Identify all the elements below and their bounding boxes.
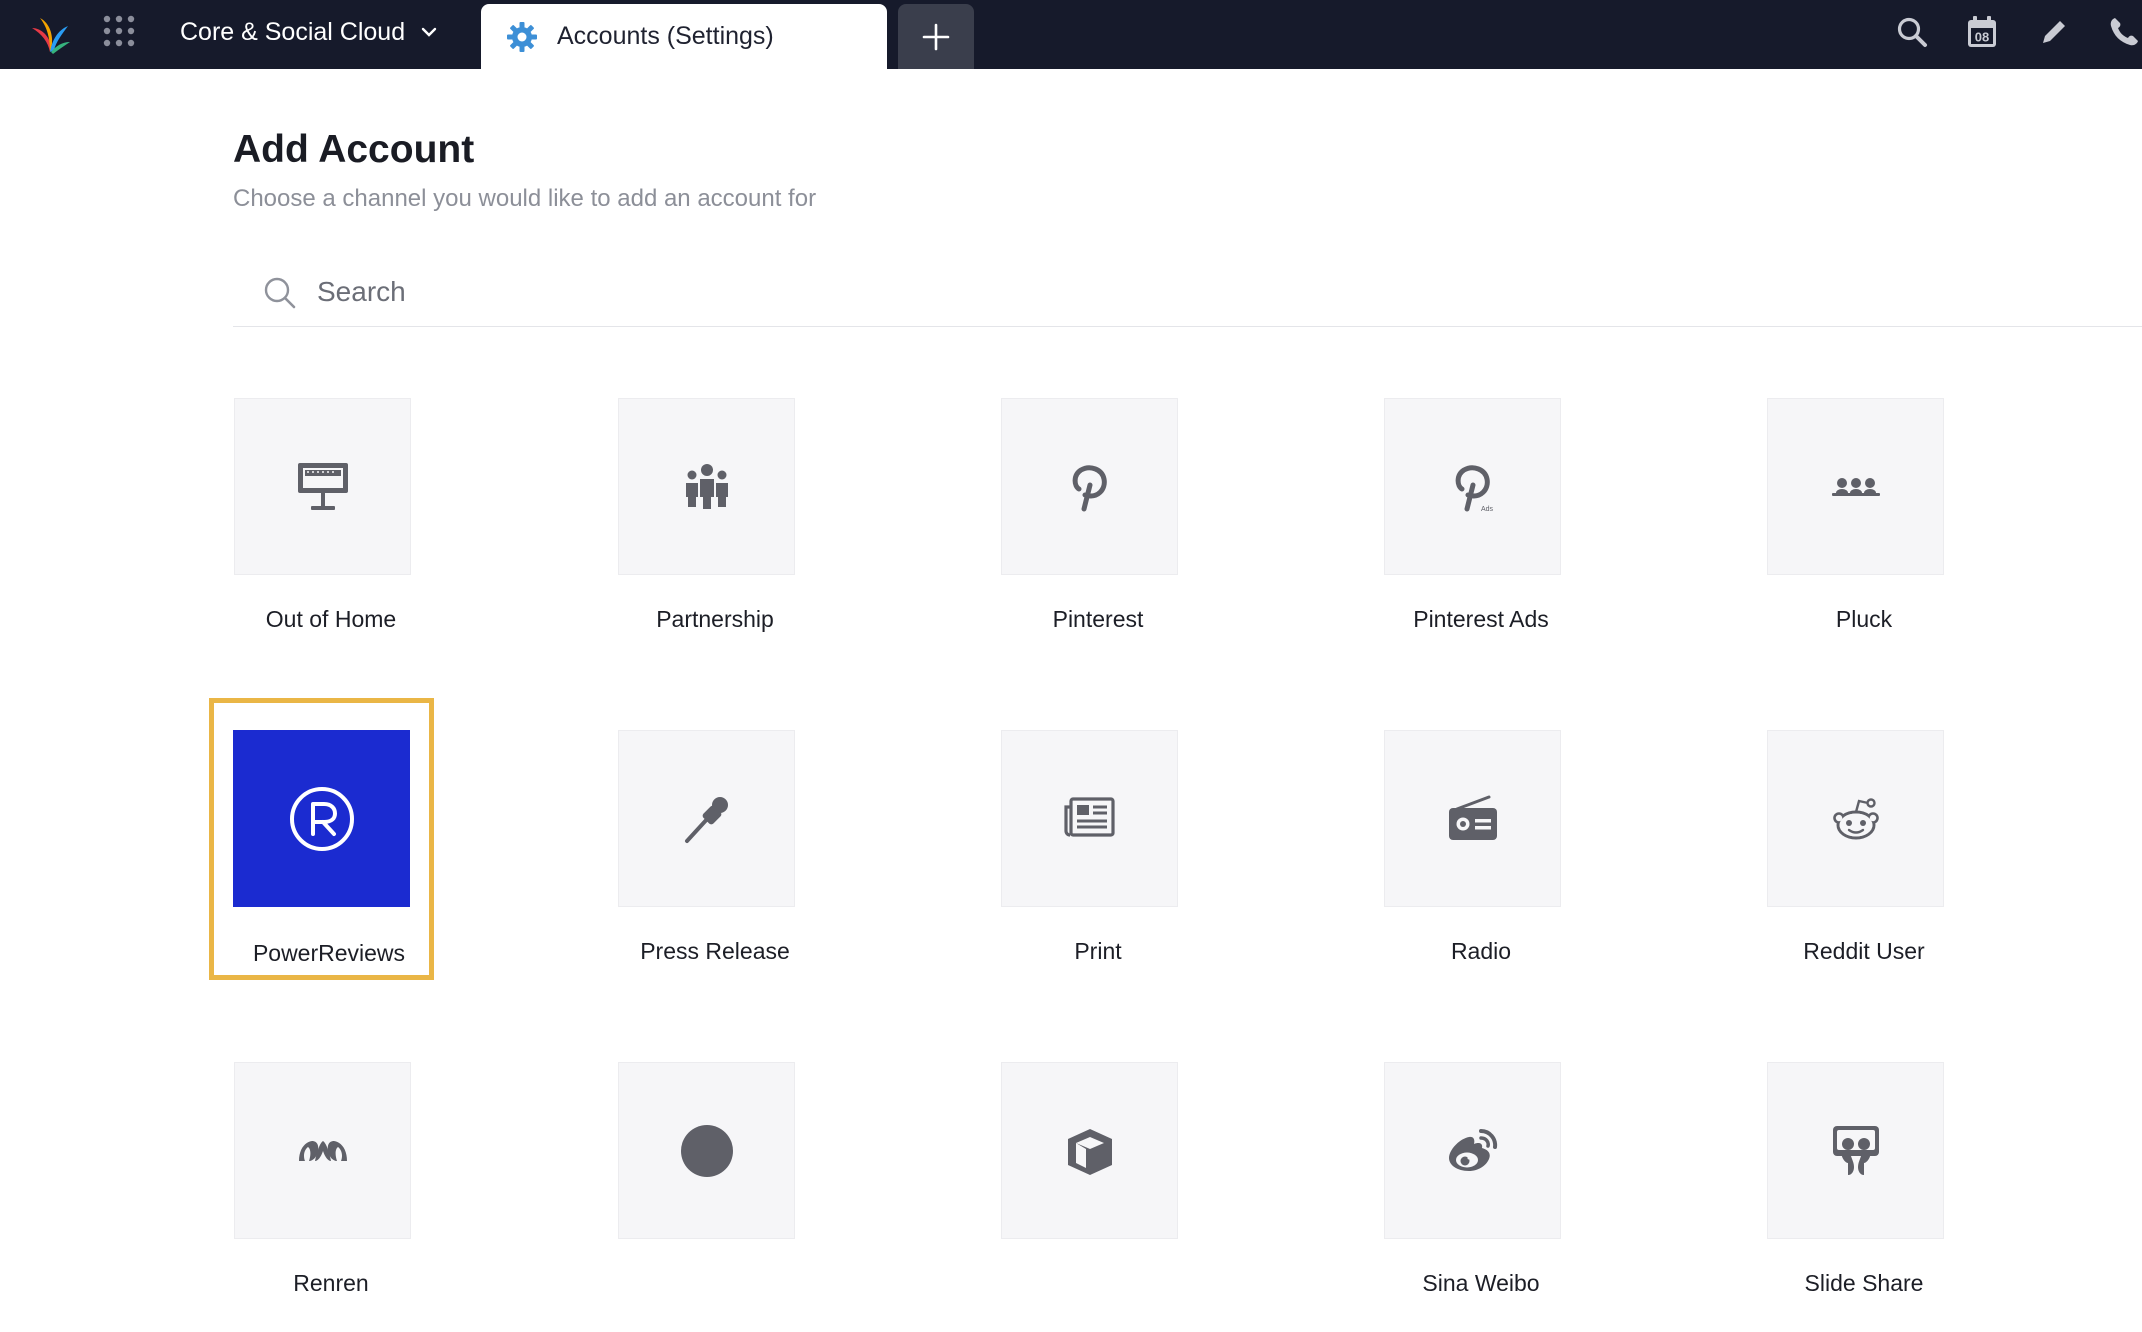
channel-pluck[interactable]: Pluck — [1754, 388, 1974, 668]
channel-tile — [1384, 1062, 1561, 1239]
channel-label: PowerReviews — [252, 940, 406, 966]
channel-tile — [1767, 730, 1944, 907]
channel-tile — [1767, 398, 1944, 575]
channel-pinterest[interactable]: Pinterest — [988, 388, 1208, 668]
channel-out-of-home[interactable]: Out of Home — [221, 388, 441, 668]
circle-icon — [680, 1124, 733, 1177]
channel-sina-weibo[interactable]: Sina Weibo — [1371, 1052, 1591, 1332]
page-title: Add Account — [233, 128, 475, 171]
search-icon — [1897, 17, 1927, 47]
calendar-button[interactable]: 08 — [1960, 10, 2004, 54]
plus-icon — [922, 23, 950, 50]
billboard-icon — [297, 462, 348, 510]
chevron-down-icon — [421, 26, 437, 38]
slideshare-icon — [1832, 1125, 1879, 1175]
channel-label: Pluck — [1835, 606, 1893, 632]
renren-icon — [298, 1140, 347, 1161]
channel-tile — [618, 1062, 795, 1239]
app-launcher-icon[interactable] — [100, 12, 138, 50]
channel-tile — [234, 398, 411, 575]
global-search-button[interactable] — [1890, 10, 1934, 54]
channel-radio[interactable]: Radio — [1371, 720, 1591, 1000]
channel-tile — [1001, 730, 1178, 907]
page-subtitle: Choose a channel you would like to add a… — [233, 185, 817, 212]
channel-tile — [1001, 1062, 1178, 1239]
workspace-label: Core & Social Cloud — [180, 17, 406, 46]
channel-label: Renren — [293, 1270, 369, 1296]
channel-press-release[interactable]: Press Release — [605, 720, 825, 1000]
channel-label: Radio — [1450, 938, 1512, 964]
channel-reddit-user[interactable]: Reddit User — [1754, 720, 1974, 1000]
channel-tile — [234, 1062, 411, 1239]
newspaper-icon — [1063, 796, 1115, 837]
channel-label: Pinterest Ads — [1413, 606, 1549, 632]
channel-tile: Ads — [1384, 398, 1561, 575]
calendar-day: 08 — [1975, 30, 1989, 45]
channel-label: Partnership — [656, 606, 774, 632]
channel-unlabeled-circle[interactable] — [605, 1052, 825, 1332]
compose-button[interactable] — [2032, 10, 2076, 54]
channel-label: Sina Weibo — [1422, 1270, 1540, 1296]
channel-tile — [1001, 398, 1178, 575]
tab-accounts-settings[interactable]: Accounts (Settings) — [481, 4, 887, 69]
channel-tile — [1384, 730, 1561, 907]
pinterest-ads-icon: Ads — [1455, 464, 1493, 513]
channel-partnership[interactable]: Partnership — [605, 388, 825, 668]
people-group-icon — [685, 463, 728, 509]
workspace-switcher[interactable]: Core & Social Cloud — [180, 14, 437, 50]
box-icon — [1067, 1128, 1112, 1175]
reddit-icon — [1832, 797, 1879, 839]
channel-label: Out of Home — [265, 606, 397, 632]
channel-search — [233, 264, 2142, 327]
channel-tile — [618, 398, 795, 575]
pinterest-icon — [1072, 464, 1107, 511]
search-icon — [264, 277, 296, 309]
channel-tile — [618, 730, 795, 907]
channel-print[interactable]: Print — [988, 720, 1208, 1000]
microphone-icon — [684, 796, 728, 843]
search-input[interactable] — [317, 268, 1117, 316]
channel-powerreviews[interactable]: PowerReviews — [209, 698, 434, 980]
phone-button[interactable] — [2102, 10, 2142, 54]
new-tab-button[interactable] — [898, 4, 974, 69]
channel-pinterest-ads[interactable]: Ads Pinterest Ads — [1371, 388, 1591, 668]
channel-renren[interactable]: Renren — [221, 1052, 441, 1332]
ads-badge-text: Ads — [1480, 506, 1493, 513]
channel-label: Print — [1074, 938, 1122, 964]
community-icon — [1831, 477, 1880, 496]
gear-icon — [505, 20, 539, 54]
weibo-icon — [1448, 1128, 1497, 1171]
channel-label: Reddit User — [1803, 938, 1925, 964]
channel-slide-share[interactable]: Slide Share — [1754, 1052, 1974, 1332]
channel-unlabeled-box[interactable] — [988, 1052, 1208, 1332]
radio-icon — [1448, 795, 1497, 840]
registered-r-icon — [289, 786, 354, 851]
calendar-icon: 08 — [1968, 16, 1996, 47]
phone-icon — [2110, 18, 2138, 46]
channel-label: Pinterest — [1052, 606, 1144, 632]
sprinklr-logo-icon[interactable] — [28, 12, 72, 56]
channel-label: Slide Share — [1804, 1270, 1924, 1296]
channel-label: Press Release — [640, 938, 790, 964]
pencil-icon — [2043, 21, 2065, 43]
tab-label: Accounts (Settings) — [557, 22, 774, 50]
channel-tile — [1767, 1062, 1944, 1239]
channel-tile — [233, 730, 410, 907]
top-navigation-bar: Core & Social Cloud Accounts (Settings) … — [0, 0, 2142, 69]
